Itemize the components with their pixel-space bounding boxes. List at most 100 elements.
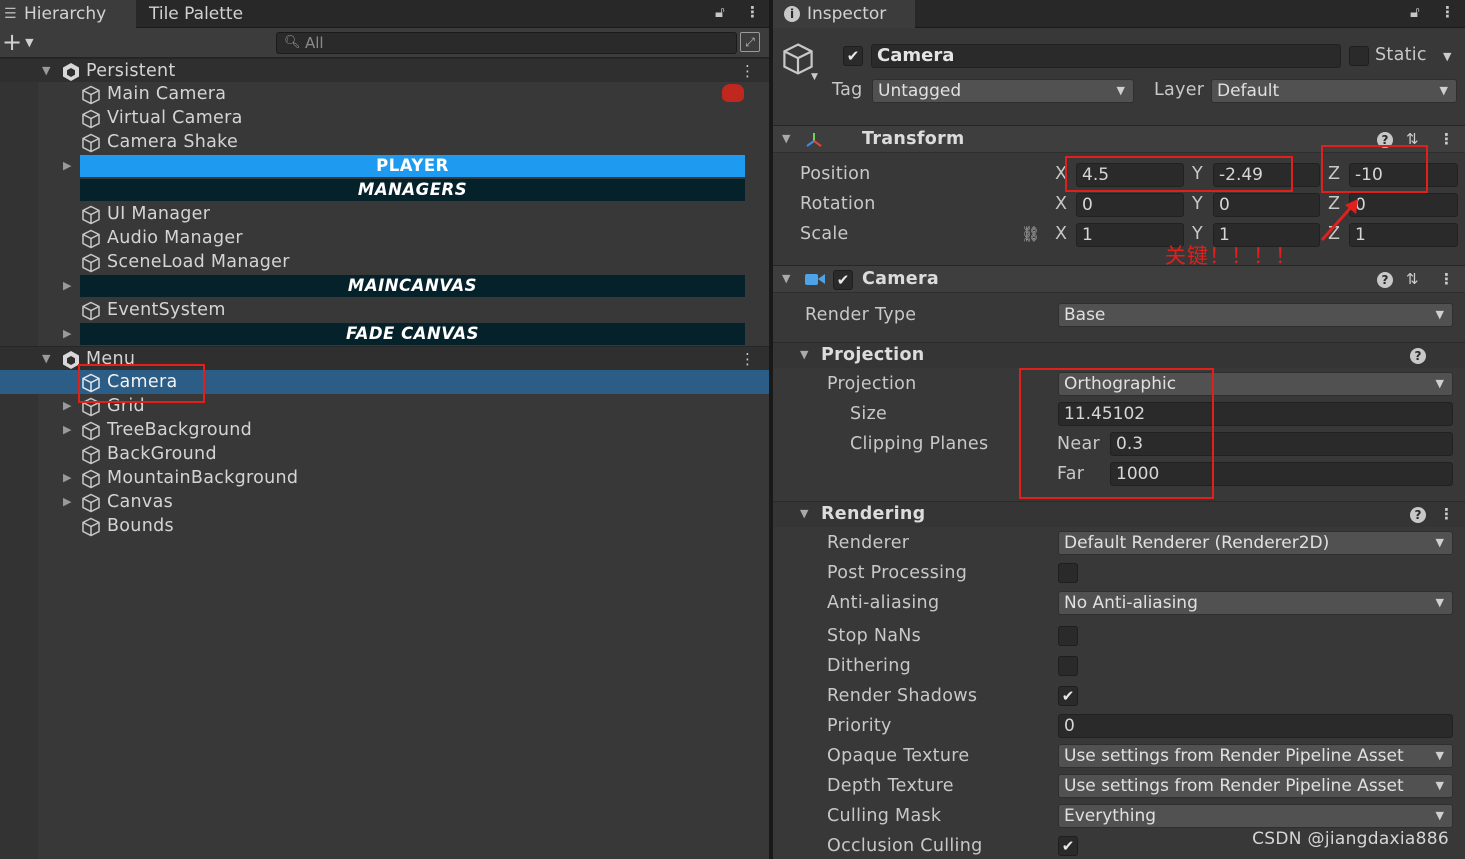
tab-hierarchy[interactable]: ☰ Hierarchy (0, 0, 136, 28)
anti-aliasing-label: Anti-aliasing (827, 593, 940, 613)
lock-icon[interactable]: 🔓︎ (1410, 3, 1420, 21)
dithering-label: Dithering (827, 656, 912, 676)
collapse-arrow-icon[interactable]: ▼ (800, 507, 808, 520)
gameobject-cube-icon (82, 445, 100, 465)
stop-nans-checkbox[interactable] (1058, 626, 1078, 646)
post-processing-checkbox[interactable] (1058, 563, 1078, 583)
kebab-menu-icon[interactable]: ⋮ (1439, 270, 1454, 288)
dithering-checkbox[interactable] (1058, 656, 1078, 676)
anti-aliasing-dropdown[interactable]: No Anti-aliasing ▼ (1058, 591, 1453, 615)
priority-field[interactable]: 0 (1058, 714, 1453, 738)
list-item-tree-background[interactable]: ▶ TreeBackground (0, 418, 769, 442)
rotation-x-field[interactable]: 0 (1076, 193, 1184, 217)
opaque-texture-value: Use settings from Render Pipeline Asset (1064, 746, 1404, 766)
tab-hierarchy-label: Hierarchy (24, 4, 107, 24)
lock-icon[interactable]: 🔓︎ (715, 3, 725, 21)
expand-arrow-icon[interactable]: ▼ (42, 347, 50, 371)
list-item-audio-manager[interactable]: Audio Manager (0, 226, 769, 250)
camera-lens-icon (818, 274, 825, 284)
collapse-arrow-icon[interactable]: ▼ (782, 132, 790, 145)
search-input[interactable]: 🔍︎ All (276, 32, 737, 54)
list-item-camera-shake[interactable]: Camera Shake (0, 130, 769, 154)
icon-dropdown-caret-icon[interactable]: ▼ (811, 72, 818, 82)
depth-texture-dropdown[interactable]: Use settings from Render Pipeline Asset ▼ (1058, 774, 1453, 798)
expand-arrow-icon[interactable]: ▶ (63, 490, 71, 514)
collapse-arrow-icon[interactable]: ▼ (800, 348, 808, 361)
list-item-player[interactable]: ▶ PLAYER (0, 154, 769, 178)
opaque-texture-dropdown[interactable]: Use settings from Render Pipeline Asset ▼ (1058, 744, 1453, 768)
render-shadows-checkbox[interactable]: ✔ (1058, 686, 1078, 706)
tab-tile-palette[interactable]: Tile Palette (149, 0, 269, 28)
kebab-menu-icon[interactable]: ⋮ (740, 59, 755, 83)
gameobject-cube-icon (82, 421, 100, 441)
chevron-down-icon: ▼ (1435, 779, 1444, 792)
help-icon[interactable]: ? (1410, 348, 1426, 364)
kebab-menu-icon[interactable]: ⋮ (740, 347, 755, 371)
scale-z-field[interactable]: 1 (1349, 223, 1458, 247)
camera-component-icon (805, 274, 818, 285)
list-item-background[interactable]: BackGround (0, 442, 769, 466)
expand-arrow-icon[interactable]: ▶ (63, 154, 71, 178)
tab-inspector[interactable]: i Inspector (773, 0, 915, 28)
projection-section-title: Projection (821, 345, 925, 365)
gameobject-cube-icon (82, 133, 100, 153)
list-item-mountain-background[interactable]: ▶ MountainBackground (0, 466, 769, 490)
projection-section-header[interactable]: ▼ Projection ? (773, 342, 1465, 368)
active-checkbox[interactable]: ✔ (843, 46, 863, 66)
list-item-managers[interactable]: MANAGERS (0, 178, 769, 202)
tab-inspector-label: Inspector (807, 4, 887, 24)
list-item-maincanvas[interactable]: ▶ MAINCANVAS (0, 274, 769, 298)
constrain-proportions-link-icon[interactable]: ⛓ (1021, 225, 1040, 243)
static-checkbox[interactable] (1349, 46, 1369, 66)
item-label: Bounds (107, 516, 174, 536)
help-icon[interactable]: ? (1410, 507, 1426, 523)
camera-enabled-checkbox[interactable]: ✔ (833, 270, 853, 290)
list-item-virtual-camera[interactable]: Virtual Camera (0, 106, 769, 130)
list-item-eventsystem[interactable]: EventSystem (0, 298, 769, 322)
depth-texture-label: Depth Texture (827, 776, 954, 796)
kebab-menu-icon[interactable]: ⋮ (1440, 3, 1455, 21)
gameobject-cube-icon (82, 253, 100, 273)
list-item-ui-manager[interactable]: UI Manager (0, 202, 769, 226)
kebab-menu-icon[interactable]: ⋮ (1439, 505, 1454, 523)
kebab-menu-icon[interactable]: ⋮ (745, 3, 760, 21)
camera-component-header[interactable]: ▼ ✔ Camera ? ⇅ ⋮ (773, 265, 1465, 293)
list-item-sceneload-manager[interactable]: SceneLoad Manager (0, 250, 769, 274)
rotation-z-field[interactable]: 0 (1349, 193, 1458, 217)
list-item-main-camera[interactable]: Main Camera (0, 82, 769, 106)
priority-label: Priority (827, 716, 892, 736)
help-icon[interactable]: ? (1377, 272, 1393, 288)
static-dropdown-caret-icon[interactable]: ▼ (1443, 50, 1451, 63)
renderer-value: Default Renderer (Renderer2D) (1064, 533, 1330, 553)
expand-arrow-icon[interactable]: ▶ (63, 466, 71, 490)
info-icon: i (784, 6, 800, 22)
collapse-arrow-icon[interactable]: ▼ (782, 272, 790, 285)
renderer-dropdown[interactable]: Default Renderer (Renderer2D) ▼ (1058, 531, 1453, 555)
kebab-menu-icon[interactable]: ⋮ (1439, 130, 1454, 148)
list-item-canvas[interactable]: ▶ Canvas (0, 490, 769, 514)
expand-arrow-icon[interactable]: ▶ (63, 394, 71, 418)
search-icon: 🔍︎ (284, 35, 301, 50)
position-label: Position (800, 164, 871, 184)
expand-arrow-icon[interactable]: ▶ (63, 274, 71, 298)
scene-row-persistent[interactable]: ▼ Persistent ⋮ (0, 58, 769, 82)
expand-arrow-icon[interactable]: ▼ (42, 59, 50, 83)
add-button[interactable]: + ▼ (2, 28, 34, 61)
object-name-field[interactable]: Camera (871, 44, 1341, 68)
expand-arrow-icon[interactable]: ▶ (63, 322, 71, 346)
occlusion-culling-checkbox[interactable]: ✔ (1058, 836, 1078, 856)
list-item-bounds[interactable]: Bounds (0, 514, 769, 538)
tag-dropdown[interactable]: Untagged ▼ (872, 79, 1134, 103)
watermark-text: CSDN @jiangdaxia886 (1252, 829, 1449, 849)
camera-component-title: Camera (862, 269, 939, 289)
layer-dropdown[interactable]: Default ▼ (1211, 79, 1457, 103)
list-item-fade-canvas[interactable]: ▶ FADE CANVAS (0, 322, 769, 346)
render-type-dropdown[interactable]: Base ▼ (1058, 303, 1453, 327)
expand-arrow-icon[interactable]: ▶ (63, 418, 71, 442)
render-type-value: Base (1064, 305, 1106, 325)
maximize-icon[interactable]: ⤢ (740, 32, 760, 52)
culling-mask-dropdown[interactable]: Everything ▼ (1058, 804, 1453, 828)
rotation-y-field[interactable]: 0 (1213, 193, 1320, 217)
preset-sliders-icon[interactable]: ⇅ (1406, 270, 1419, 288)
rendering-section-header[interactable]: ▼ Rendering ? ⋮ (773, 501, 1465, 527)
